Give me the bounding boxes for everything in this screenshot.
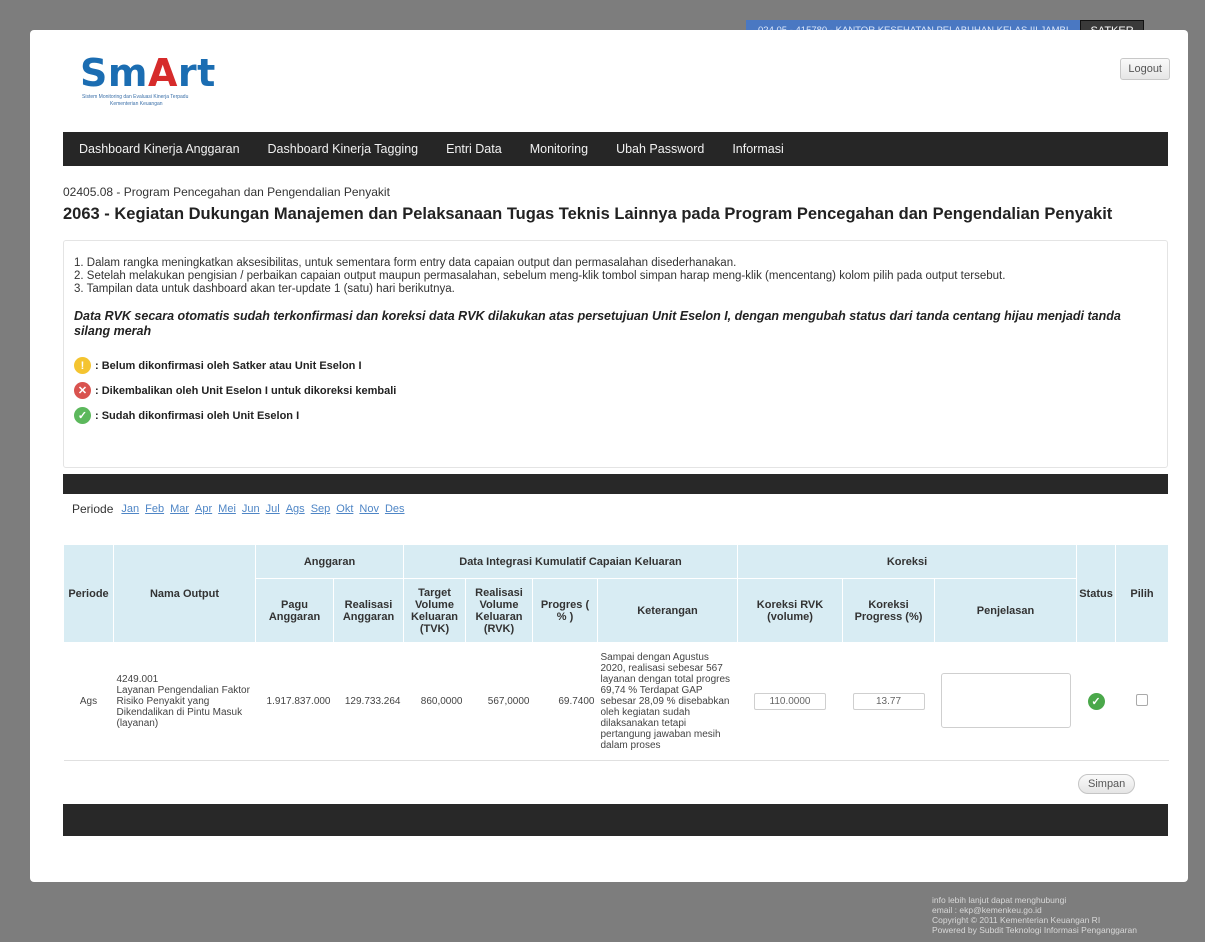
output-table: Periode Nama Output Anggaran Data Integr… xyxy=(63,544,1170,761)
status-check-icon[interactable]: ✓ xyxy=(1087,693,1105,710)
month-link-okt[interactable]: Okt xyxy=(336,503,353,515)
month-link-jan[interactable]: Jan xyxy=(121,503,139,515)
info-line: 2. Setelah melakukan pengisian / perbaik… xyxy=(74,270,1006,282)
info-line: 3. Tampilan data untuk dashboard akan te… xyxy=(74,283,455,295)
footer-line: info lebih lanjut dapat menghubungi xyxy=(932,895,1067,905)
cell-progres: 69.7400 xyxy=(532,642,598,761)
check-icon: ✓ xyxy=(74,407,91,424)
month-link-feb[interactable]: Feb xyxy=(145,503,164,515)
logo-subtitle: Kementerian Keuangan xyxy=(110,101,163,107)
col-header-target-volume: Target Volume Keluaran (TVK) xyxy=(403,578,466,643)
smart-logo[interactable]: SmArt Sistem Monitoring dan Evaluasi Kin… xyxy=(80,52,220,112)
month-link-apr[interactable]: Apr xyxy=(195,503,212,515)
col-header-koreksi-progress: Koreksi Progress (%) xyxy=(842,578,935,643)
periode-filter: Periode Jan Feb Mar Apr Mei Jun Jul Ags … xyxy=(72,502,411,516)
month-link-jul[interactable]: Jul xyxy=(266,503,280,515)
nav-dashboard-kinerja-anggaran[interactable]: Dashboard Kinerja Anggaran xyxy=(79,142,240,156)
col-header-status: Status xyxy=(1076,544,1117,643)
cell-pilih xyxy=(1115,642,1169,761)
cell-target-volume: 860,0000 xyxy=(403,642,466,761)
footer-line: Copyright © 2011 Kementerian Keuangan RI xyxy=(932,915,1101,925)
cell-realisasi-volume: 567,0000 xyxy=(465,642,533,761)
error-icon: ✕ xyxy=(74,382,91,399)
col-header-data-integrasi: Data Integrasi Kumulatif Capaian Keluara… xyxy=(403,544,738,579)
cell-nama-output: 4249.001 Layanan Pengendalian Faktor Ris… xyxy=(113,642,256,761)
legend-label: : Dikembalikan oleh Unit Eselon I untuk … xyxy=(95,384,397,397)
section-divider xyxy=(63,474,1168,494)
output-code: 4249.001 xyxy=(116,674,159,685)
penjelasan-textarea[interactable] xyxy=(940,672,1071,728)
koreksi-rvk-input[interactable] xyxy=(754,693,826,710)
col-header-pagu: Pagu Anggaran xyxy=(255,578,334,643)
legend-item: ✓ : Sudah dikonfirmasi oleh Unit Eselon … xyxy=(74,403,1157,428)
info-box: 1. Dalam rangka meningkatkan aksesibilit… xyxy=(63,240,1168,468)
nav-ubah-password[interactable]: Ubah Password xyxy=(616,142,704,156)
output-name: Layanan Pengendalian Faktor Risiko Penya… xyxy=(116,685,250,718)
periode-label: Periode xyxy=(72,502,114,516)
cell-status: ✓ xyxy=(1076,642,1116,761)
month-link-des[interactable]: Des xyxy=(385,503,405,515)
cell-koreksi-rvk xyxy=(737,642,843,761)
logo-tagline: Sistem Monitoring dan Evaluasi Kinerja T… xyxy=(82,94,189,100)
month-link-jun[interactable]: Jun xyxy=(242,503,260,515)
nav-monitoring[interactable]: Monitoring xyxy=(530,142,588,156)
page-footer: info lebih lanjut dapat menghubungi emai… xyxy=(932,895,1137,935)
month-link-mar[interactable]: Mar xyxy=(170,503,189,515)
col-header-progres: Progres ( % ) xyxy=(532,578,598,643)
nav-entri-data[interactable]: Entri Data xyxy=(446,142,502,156)
cell-pagu: 1.917.837.000 xyxy=(255,642,334,761)
logout-button[interactable]: Logout xyxy=(1120,58,1170,80)
col-header-koreksi-rvk: Koreksi RVK (volume) xyxy=(737,578,843,643)
warning-icon: ! xyxy=(74,357,91,374)
cell-realisasi-anggaran: 129.733.264 xyxy=(333,642,404,761)
col-header-keterangan: Keterangan xyxy=(597,578,738,643)
nav-informasi[interactable]: Informasi xyxy=(732,142,783,156)
cell-penjelasan xyxy=(934,642,1077,761)
page-container: SmArt Sistem Monitoring dan Evaluasi Kin… xyxy=(30,30,1188,882)
col-header-realisasi-volume: Realisasi Volume Keluaran (RVK) xyxy=(465,578,533,643)
month-link-ags[interactable]: Ags xyxy=(286,503,305,515)
col-header-realisasi-anggaran: Realisasi Anggaran xyxy=(333,578,404,643)
col-header-penjelasan: Penjelasan xyxy=(933,578,1078,643)
legend-item: ! : Belum dikonfirmasi oleh Satker atau … xyxy=(74,353,1157,378)
output-unit: (layanan) xyxy=(116,718,159,729)
page-title: 2063 - Kegiatan Dukungan Manajemen dan P… xyxy=(63,205,1113,223)
info-line: 1. Dalam rangka meningkatkan aksesibilit… xyxy=(74,257,737,269)
col-header-nama-output: Nama Output xyxy=(113,544,256,643)
month-link-mei[interactable]: Mei xyxy=(218,503,236,515)
month-link-sep[interactable]: Sep xyxy=(311,503,331,515)
logo-text: SmArt xyxy=(80,51,216,95)
info-note: Data RVK secara otomatis sudah terkonfir… xyxy=(74,309,1121,338)
col-header-koreksi: Koreksi xyxy=(736,544,1078,579)
footer-line: Powered by Subdit Teknologi Informasi Pe… xyxy=(932,925,1137,935)
legend-label: : Sudah dikonfirmasi oleh Unit Eselon I xyxy=(95,409,300,422)
col-header-periode: Periode xyxy=(63,544,114,643)
cell-koreksi-progress xyxy=(842,642,935,761)
col-header-anggaran: Anggaran xyxy=(255,544,404,579)
koreksi-progress-input[interactable] xyxy=(852,693,925,710)
nav-dashboard-kinerja-tagging[interactable]: Dashboard Kinerja Tagging xyxy=(268,142,419,156)
month-link-nov[interactable]: Nov xyxy=(359,503,379,515)
breadcrumb: 02405.08 - Program Pencegahan dan Pengen… xyxy=(63,185,390,199)
table-row: Ags 4249.001 Layanan Pengendalian Faktor… xyxy=(63,642,1169,761)
simpan-button[interactable]: Simpan xyxy=(1078,774,1136,794)
legend-item: ✕ : Dikembalikan oleh Unit Eselon I untu… xyxy=(74,378,1157,403)
pilih-checkbox[interactable] xyxy=(1136,694,1149,706)
footer-line: email : ekp@kemenkeu.go.id xyxy=(932,905,1042,915)
table-footer-bar xyxy=(63,804,1168,836)
status-legend: ! : Belum dikonfirmasi oleh Satker atau … xyxy=(74,353,1157,428)
main-navbar: Dashboard Kinerja Anggaran Dashboard Kin… xyxy=(63,132,1168,166)
col-header-pilih: Pilih xyxy=(1115,544,1170,643)
cell-periode: Ags xyxy=(63,642,114,761)
cell-keterangan: Sampai dengan Agustus 2020, realisasi se… xyxy=(597,642,738,761)
legend-label: : Belum dikonfirmasi oleh Satker atau Un… xyxy=(95,359,362,372)
